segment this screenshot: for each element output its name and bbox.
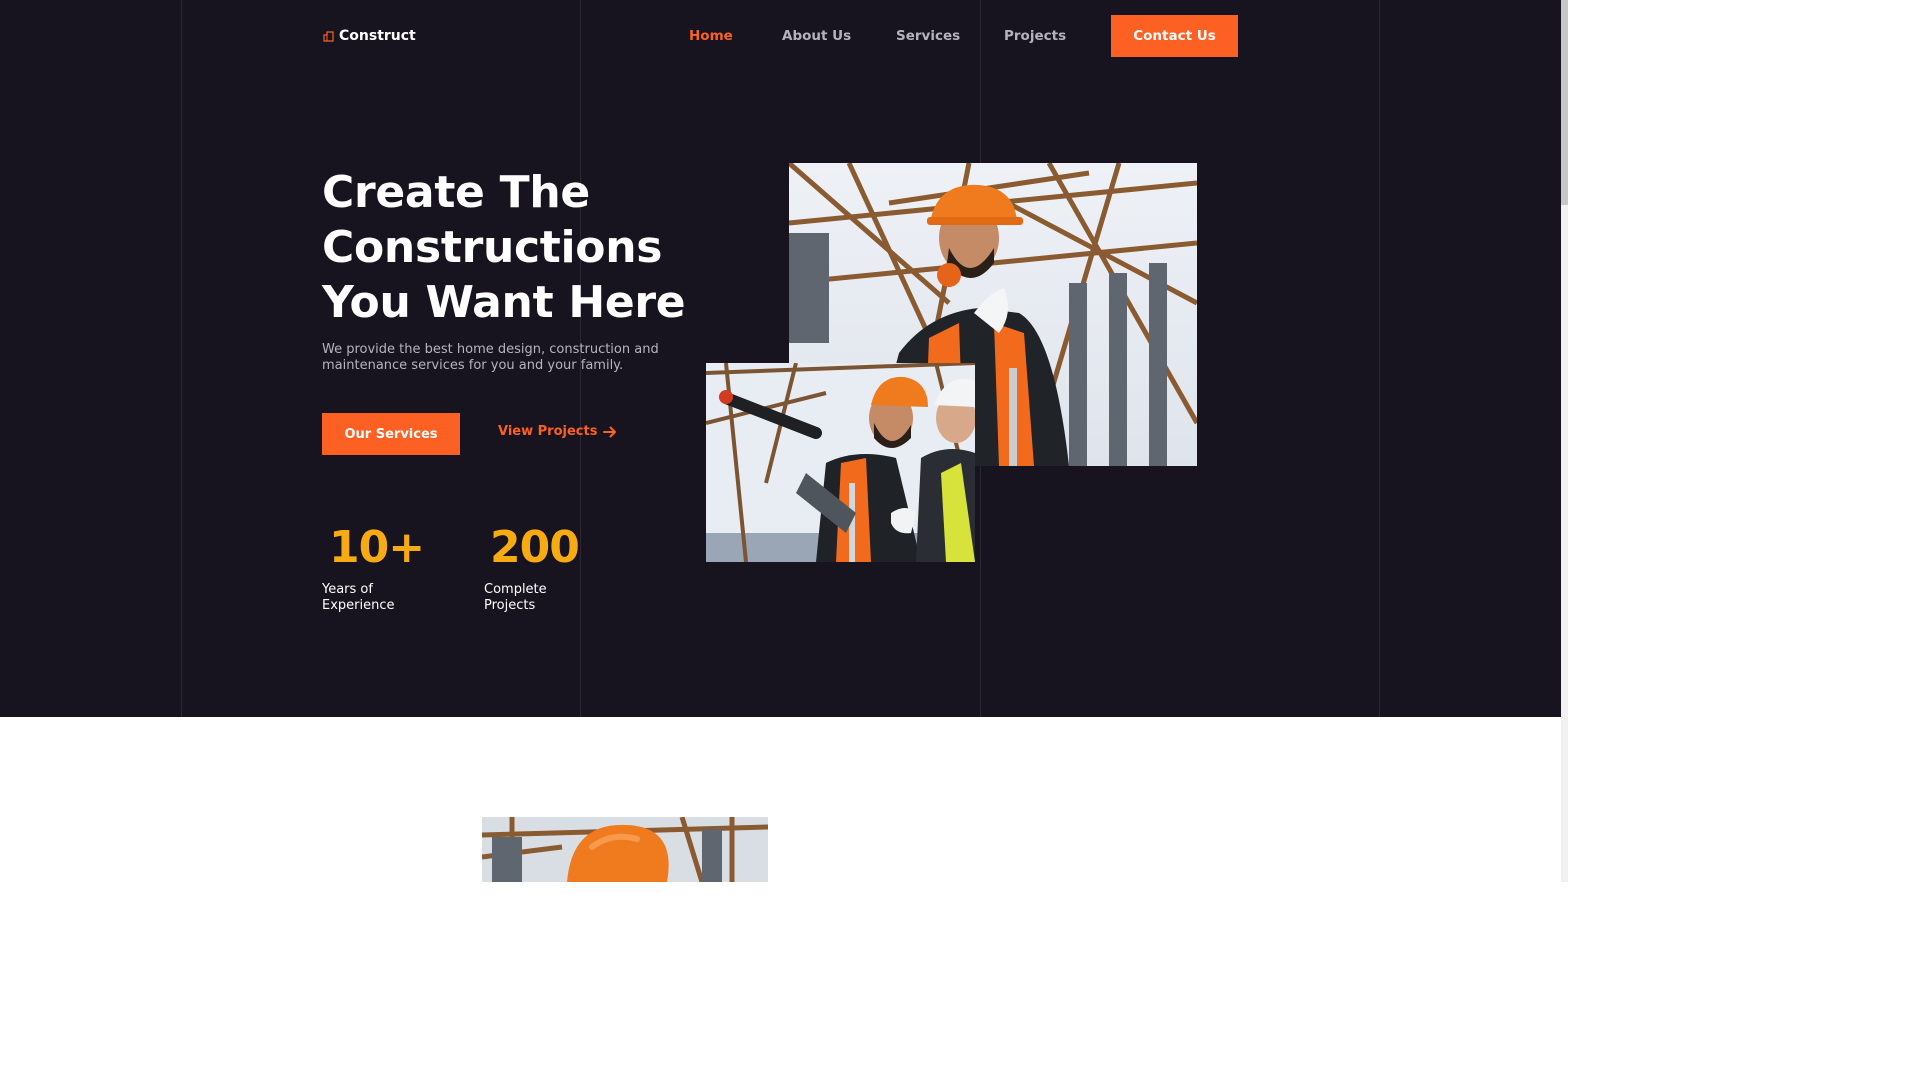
scrollbar-thumb[interactable] [1561,0,1568,205]
our-services-button[interactable]: Our Services [322,413,460,455]
grid-line [181,0,182,717]
hero-photo-team [706,363,975,562]
hero-section: Construct Home About Us Services Project… [0,0,1561,717]
stat-label-line: Years of [322,582,373,597]
stat-years-label: Years of Experience [322,582,422,614]
nav-services[interactable]: Services [896,28,960,44]
building-icon [323,30,334,42]
stat-label-line: Complete [484,582,547,597]
logo[interactable]: Construct [323,28,416,44]
grid-line [1379,0,1380,717]
stat-label-line: Projects [484,598,536,613]
nav-home[interactable]: Home [689,28,733,44]
stat-label-line: Experience [322,598,395,613]
contact-us-button[interactable]: Contact Us [1111,15,1238,57]
hero-subtext: We provide the best home design, constru… [322,342,659,373]
headline-line: You Want Here [322,277,686,328]
view-projects-link[interactable]: View Projects [498,424,617,439]
arrow-right-icon [603,426,617,437]
stat-projects-label: Complete Projects [484,582,584,614]
view-projects-label: View Projects [498,424,598,439]
nav-projects[interactable]: Projects [1004,28,1066,44]
headline-line: Create The [322,167,590,218]
stat-projects-value: 200 [490,522,580,573]
logo-text: Construct [339,28,416,44]
about-photo [482,817,768,882]
stat-years-value: 10+ [329,522,425,573]
hero-headline: Create The Constructions You Want Here [322,165,742,330]
nav-about-us[interactable]: About Us [782,28,851,44]
headline-line: Constructions [322,222,663,273]
